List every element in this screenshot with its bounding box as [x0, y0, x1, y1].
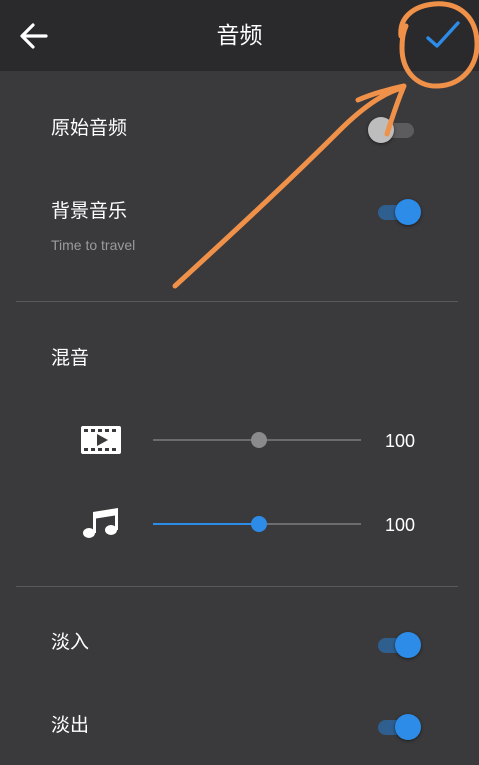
slider-fill [153, 523, 257, 525]
mix-label: 混音 [51, 347, 90, 369]
slider-thumb[interactable] [251, 432, 267, 448]
background-music-track-name: Time to travel [51, 237, 136, 253]
toggle-knob [368, 117, 394, 143]
fade-in-toggle[interactable] [376, 630, 422, 660]
top-app-bar: 音频 [0, 0, 479, 71]
video-film-icon [81, 426, 121, 454]
checkmark-icon[interactable] [420, 15, 464, 59]
page-title: 音频 [216, 23, 263, 49]
section-divider [16, 586, 458, 587]
background-music-label: 背景音乐 [51, 200, 128, 222]
slider-thumb[interactable] [251, 516, 267, 532]
music-note-icon [83, 508, 118, 538]
background-music-toggle[interactable] [376, 197, 422, 227]
toggle-knob [395, 199, 421, 225]
original-audio-label: 原始音频 [51, 117, 128, 139]
toggle-knob [395, 632, 421, 658]
fade-out-toggle[interactable] [376, 712, 422, 742]
annotation-arrow [172, 83, 407, 289]
music-volume-slider[interactable] [153, 516, 361, 532]
fade-in-label: 淡入 [51, 631, 90, 653]
video-volume-value: 100 [385, 431, 416, 451]
slider-fill [153, 439, 257, 441]
toggle-knob [395, 714, 421, 740]
original-audio-toggle[interactable] [368, 115, 422, 145]
fade-out-label: 淡出 [51, 714, 90, 736]
video-volume-slider[interactable] [153, 432, 361, 448]
music-volume-value: 100 [385, 515, 416, 535]
section-divider [16, 301, 458, 302]
